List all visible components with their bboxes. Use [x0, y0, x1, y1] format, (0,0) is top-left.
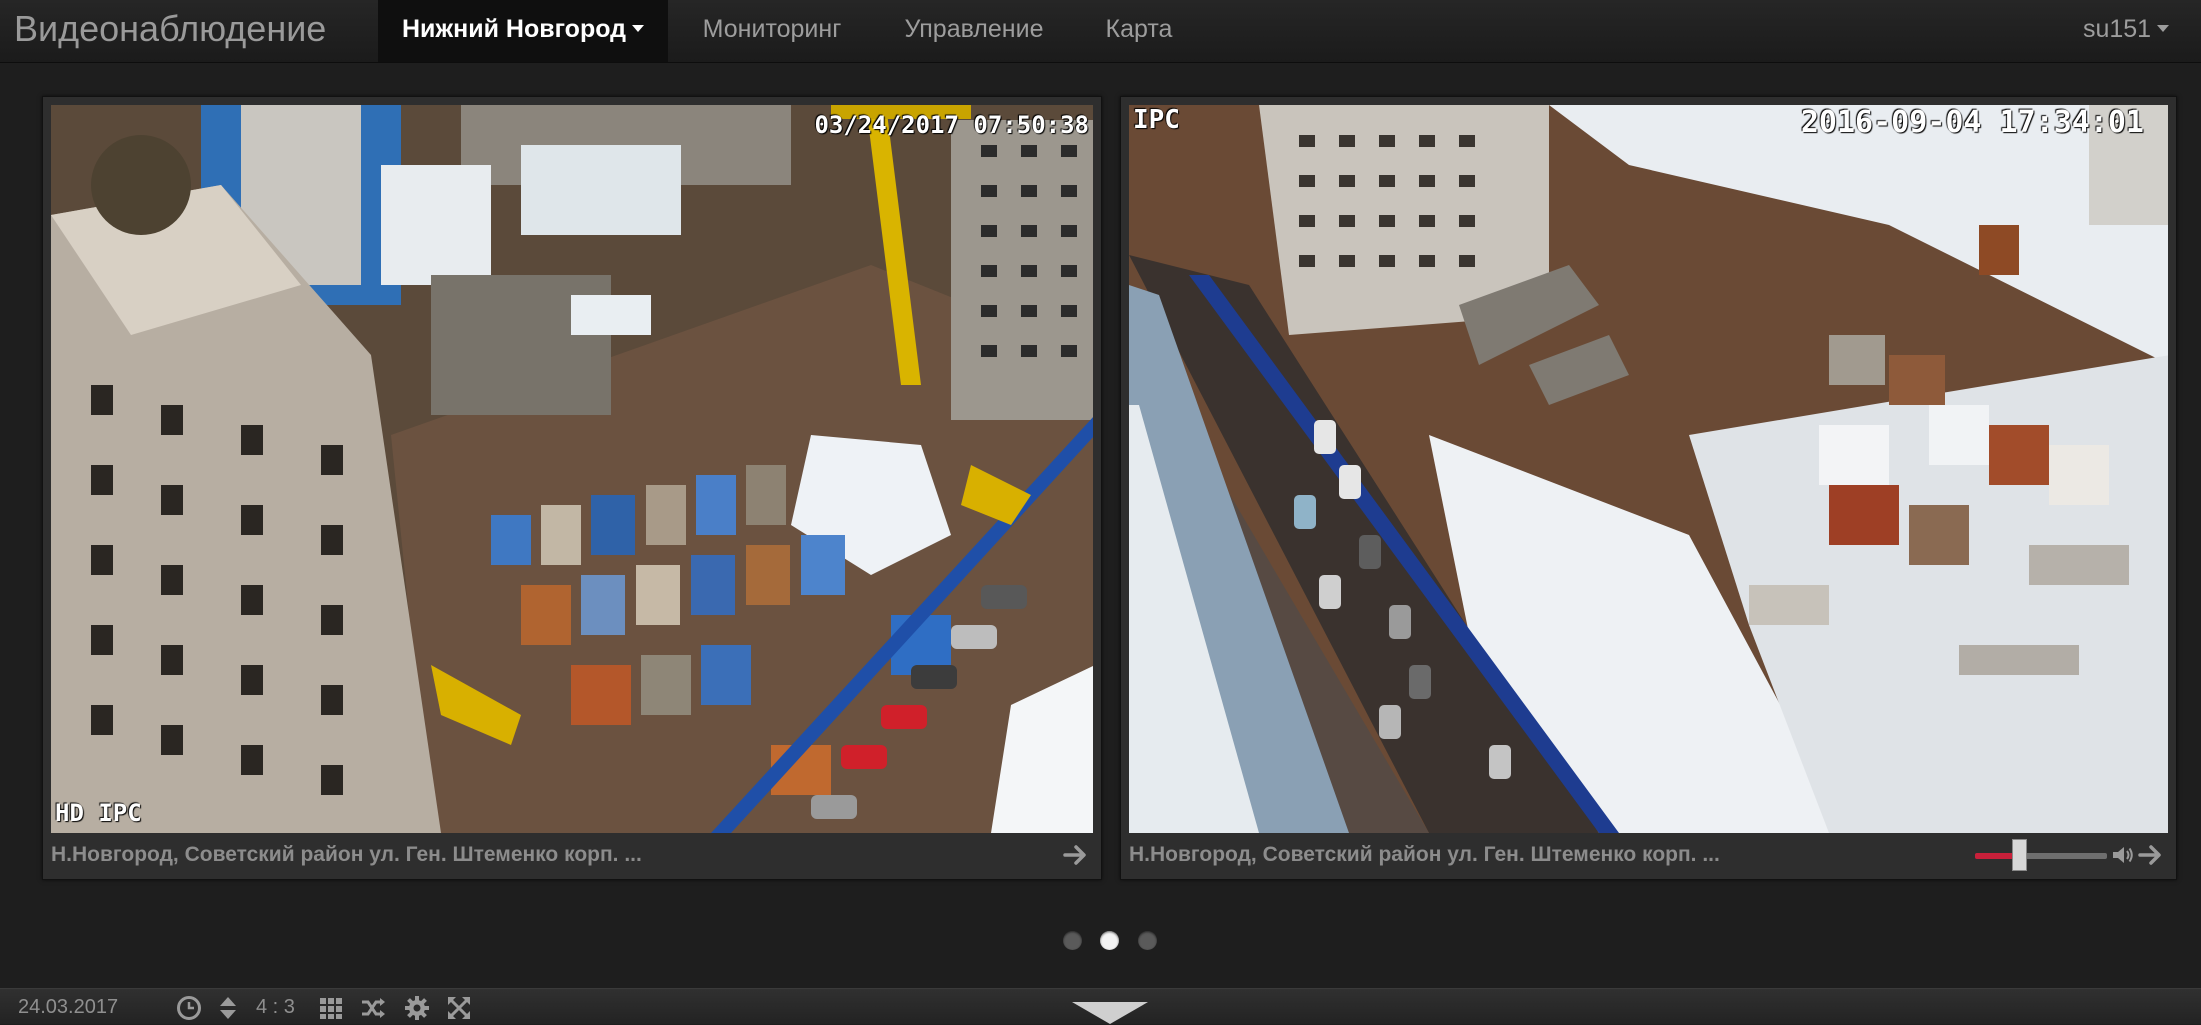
fullscreen-icon[interactable] — [446, 995, 472, 1021]
camera-2-osd-label: IPC — [1133, 105, 1180, 135]
camera-video-1[interactable]: 03/24/2017 07:50:38 HD IPC — [51, 105, 1093, 833]
collapse-panel-icon[interactable] — [1072, 1002, 1148, 1024]
nav-management-label: Управление — [904, 15, 1044, 43]
camera-2-timestamp: 2016-09-04 17:34:01 — [1800, 105, 2144, 140]
camera-2-scene — [1129, 105, 2168, 833]
chevron-down-icon — [2157, 25, 2170, 33]
current-date: 24.03.2017 — [18, 996, 119, 1018]
arrow-right-icon[interactable] — [2136, 833, 2166, 877]
clock-icon[interactable] — [176, 995, 202, 1021]
camera-2-footer: Н.Новгород, Советский район ул. Ген. Ште… — [1129, 833, 2168, 879]
camera-1-label: Н.Новгород, Советский район ул. Ген. Ште… — [51, 843, 642, 866]
grid-icon[interactable] — [318, 995, 344, 1021]
nav-city-dropdown[interactable]: Нижний Новгород — [378, 0, 668, 62]
camera-1-footer: Н.Новгород, Советский район ул. Ген. Ште… — [51, 833, 1093, 879]
nav-map-label: Карта — [1105, 15, 1173, 43]
user-name: su151 — [2082, 15, 2152, 43]
carousel-dot-1[interactable] — [1063, 931, 1082, 950]
nav-city-label: Нижний Новгород — [401, 15, 627, 43]
app-brand[interactable]: Видеонаблюдение — [14, 0, 326, 60]
nav-management[interactable]: Управление — [876, 0, 1072, 62]
camera-2-label: Н.Новгород, Советский район ул. Ген. Ште… — [1129, 843, 1720, 866]
nav-map[interactable]: Карта — [1072, 0, 1206, 62]
volume-slider-handle[interactable] — [2012, 839, 2027, 871]
sort-arrows-icon[interactable] — [218, 995, 238, 1021]
carousel-dot-2[interactable] — [1100, 931, 1119, 950]
chevron-down-icon — [632, 25, 645, 33]
nav-monitoring-label: Мониторинг — [702, 15, 842, 43]
aspect-ratio[interactable]: 4 : 3 — [256, 989, 295, 1025]
volume-slider-track — [2020, 853, 2107, 859]
carousel-dot-3[interactable] — [1138, 931, 1157, 950]
user-menu[interactable]: su151 — [2070, 0, 2182, 62]
gear-icon[interactable] — [404, 995, 430, 1021]
camera-panel-2: IPC 2016-09-04 17:34:01 Н.Новгород, Сове… — [1120, 96, 2177, 880]
camera-1-osd-label: HD IPC — [55, 799, 142, 827]
camera-panel-1: 03/24/2017 07:50:38 HD IPC Н.Новгород, С… — [42, 96, 1102, 880]
shuffle-icon[interactable] — [360, 995, 386, 1021]
camera-1-scene — [51, 105, 1093, 833]
top-navbar: Видеонаблюдение Нижний Новгород Монитори… — [0, 0, 2201, 63]
camera-1-timestamp: 03/24/2017 07:50:38 — [814, 111, 1089, 139]
camera-video-2[interactable]: IPC 2016-09-04 17:34:01 — [1129, 105, 2168, 833]
arrow-right-icon[interactable] — [1061, 833, 1091, 877]
volume-slider[interactable] — [1975, 833, 2107, 877]
nav-monitoring[interactable]: Мониторинг — [668, 0, 876, 62]
speaker-icon[interactable] — [2111, 844, 2135, 866]
